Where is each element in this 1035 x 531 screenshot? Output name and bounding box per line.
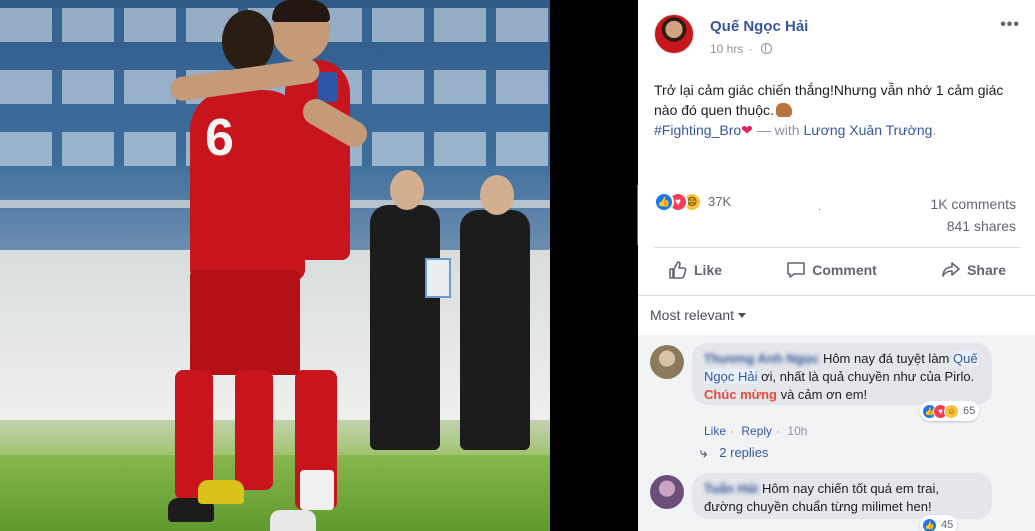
like-button[interactable]: Like [654, 254, 736, 286]
comment-actions: Like · Reply · 10h [704, 424, 811, 438]
comment-reactions[interactable]: 👍 ♥ ☺ 65 [920, 401, 980, 421]
like-label: Like [694, 262, 723, 278]
comment-action-separator: · [730, 424, 735, 438]
comment-reaction-count: 45 [941, 519, 954, 531]
tag-period: . [932, 122, 937, 138]
comment-reactions[interactable]: 👍 45 [920, 515, 958, 531]
replies-label: 2 replies [719, 445, 769, 460]
player-six-leg [235, 370, 273, 490]
author-name[interactable]: Quế Ngọc Hải [710, 18, 808, 35]
comment-item: Tuấn Hải Hôm nay chiến tốt quá em trai, đ… [650, 473, 1010, 531]
comment-like-link[interactable]: Like [704, 424, 726, 438]
share-arrow-icon [942, 262, 960, 277]
captain-armband [318, 72, 338, 102]
jersey-number: 6 [205, 109, 234, 167]
comments-list: Thương Anh Ngọc Hôm nay đá tuyệt làm Quế … [638, 335, 1035, 531]
with-label: — with [756, 122, 800, 138]
post-text: Trở lại cảm giác chiến thắng!Nhưng vẫn n… [654, 80, 1024, 140]
comment-bubble: Tuấn Hải Hôm nay chiến tốt quá em trai, đ… [692, 473, 992, 519]
flexed-biceps-icon [775, 103, 792, 117]
commenter-avatar[interactable] [650, 475, 684, 509]
commenter-name[interactable]: Thương Anh Ngọc [704, 351, 819, 366]
divider [654, 247, 1020, 248]
comment-text: ơi, nhất là quả chuyền như của Pirlo. [761, 369, 975, 384]
football-boot [198, 480, 244, 504]
tagged-person-link[interactable]: Lương Xuân Trường [803, 122, 932, 138]
view-replies-link[interactable]: ⤷ 2 replies [700, 445, 768, 461]
comments-count-link[interactable]: 1K comments [930, 196, 1016, 212]
post-meta: 10 hrs · [710, 42, 773, 56]
hashtag-link[interactable]: #Fighting_Bro [654, 122, 741, 138]
reaction-summary[interactable]: 👍 ♥ ☹ 37K . 1K comments 841 shares [654, 190, 1024, 234]
player-captain-hair [272, 0, 330, 22]
haha-reaction-icon: ☺ [944, 403, 959, 419]
reaction-count[interactable]: 37K [708, 194, 731, 209]
stray-dot: . [818, 202, 821, 213]
post-time[interactable]: 10 hrs [710, 42, 743, 56]
comment-text: và cảm ơn em! [780, 387, 868, 402]
comment-bubble-icon [787, 262, 806, 278]
sort-label-text: Most relevant [650, 307, 735, 323]
like-reaction-icon: 👍 [654, 192, 674, 212]
post-header: Quế Ngọc Hải 10 hrs · ••• [654, 14, 1024, 64]
commenter-avatar[interactable] [650, 345, 684, 379]
facebook-photo-viewer: 6 Quế Ngọc Hải 10 hrs · ••• Trở lại cảm … [0, 0, 1035, 531]
caret-down-icon [738, 313, 747, 318]
background-person [370, 205, 440, 450]
comment-time[interactable]: 10h [787, 424, 807, 438]
shares-count-link[interactable]: 841 shares [947, 218, 1016, 234]
accreditation-badge [425, 258, 451, 298]
author-avatar[interactable] [654, 14, 694, 54]
background-person-head [480, 175, 514, 215]
globe-icon[interactable] [761, 43, 773, 54]
thumbs-up-icon [669, 261, 687, 279]
background-person [460, 210, 530, 450]
comment-reaction-count: 65 [963, 405, 976, 417]
share-button[interactable]: Share [927, 254, 1020, 286]
comment-text: Hôm nay đá tuyệt làm [822, 351, 950, 366]
comment-label: Comment [812, 262, 877, 278]
post-text-body: Trở lại cảm giác chiến thắng!Nhưng vẫn n… [654, 82, 1004, 118]
player-sock [300, 470, 334, 510]
reply-arrow-icon: ⤷ [700, 445, 708, 460]
background-person-head [390, 170, 424, 210]
football-boot [270, 510, 316, 531]
sort-label: Most relevant [650, 307, 747, 323]
comment-reply-link[interactable]: Reply [741, 424, 772, 438]
player-six-head [222, 10, 274, 72]
comment-bubble: Thương Anh Ngọc Hôm nay đá tuyệt làm Quế … [692, 343, 992, 405]
comment-sort-dropdown[interactable]: Most relevant [638, 295, 1035, 335]
post-actions: Like Comment Share [654, 254, 1020, 286]
red-heart-icon: ❤ [741, 122, 753, 138]
comment-action-separator: · [776, 424, 781, 438]
comment-button[interactable]: Comment [772, 254, 891, 286]
commenter-name[interactable]: Tuấn Hải [704, 481, 758, 496]
comment-item: Thương Anh Ngọc Hôm nay đá tuyệt làm Quế … [650, 343, 1010, 453]
more-options-button[interactable]: ••• [1000, 16, 1020, 34]
post-photo[interactable]: 6 [0, 0, 550, 531]
share-label: Share [967, 262, 1006, 278]
meta-separator: · [748, 42, 753, 56]
player-six-shorts [190, 270, 300, 375]
comment-highlight-text: Chúc mừng [704, 387, 777, 402]
like-reaction-icon: 👍 [922, 517, 937, 531]
post-panel: Quế Ngọc Hải 10 hrs · ••• Trở lại cảm gi… [638, 0, 1035, 531]
